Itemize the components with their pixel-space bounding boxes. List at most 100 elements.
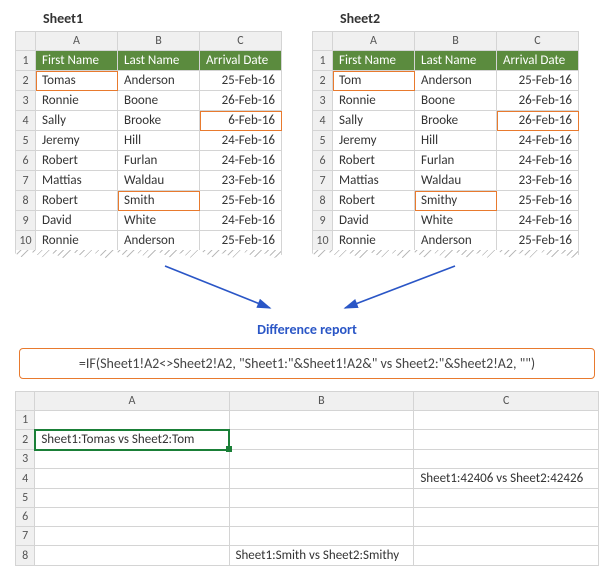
col-header-c[interactable]: C	[414, 392, 599, 411]
cell[interactable]: Jeremy	[333, 131, 415, 151]
cell[interactable]	[229, 527, 414, 546]
row-header-3[interactable]: 3	[16, 91, 36, 111]
cell[interactable]: Anderson	[118, 71, 200, 91]
cell[interactable]: Robert	[36, 151, 118, 171]
cell[interactable]: Ronnie	[333, 231, 415, 251]
row-header-2[interactable]: 2	[16, 430, 35, 450]
cell[interactable]: Anderson	[118, 231, 200, 251]
cell[interactable]: Brooke	[118, 111, 200, 131]
cell[interactable]: Brooke	[415, 111, 497, 131]
row-header-4[interactable]: 4	[16, 469, 35, 489]
cell[interactable]: Jeremy	[36, 131, 118, 151]
cell[interactable]: 24-Feb-16	[497, 211, 579, 231]
col-header-b[interactable]: B	[415, 32, 497, 51]
cell[interactable]	[35, 508, 229, 527]
row-header-5[interactable]: 5	[16, 131, 36, 151]
cell[interactable]	[229, 411, 414, 430]
cell[interactable]: Mattias	[36, 171, 118, 191]
cell[interactable]: Furlan	[118, 151, 200, 171]
cell[interactable]: White	[118, 211, 200, 231]
cell[interactable]	[229, 508, 414, 527]
cell[interactable]: 24-Feb-16	[200, 211, 282, 231]
cell[interactable]	[414, 508, 599, 527]
cell[interactable]: Anderson	[415, 71, 497, 91]
cell[interactable]	[35, 546, 229, 566]
cell[interactable]: Sally	[333, 111, 415, 131]
cell[interactable]	[35, 527, 229, 546]
cell[interactable]: Sally	[36, 111, 118, 131]
cell[interactable]: Robert	[36, 191, 118, 211]
row-header-10[interactable]: 10	[313, 231, 333, 251]
row-header-5[interactable]: 5	[16, 489, 35, 508]
col-header-a[interactable]: A	[36, 32, 118, 51]
row-header-8[interactable]: 8	[16, 546, 35, 566]
cell[interactable]	[229, 430, 414, 450]
cell[interactable]: 6-Feb-16	[200, 111, 282, 131]
cell[interactable]: 26-Feb-16	[200, 91, 282, 111]
cell[interactable]: 25-Feb-16	[497, 231, 579, 251]
cell[interactable]: Tom	[333, 71, 415, 91]
cell[interactable]: 23-Feb-16	[200, 171, 282, 191]
header-cell[interactable]: Last Name	[415, 51, 497, 71]
row-header-2[interactable]: 2	[16, 71, 36, 91]
row-header-8[interactable]: 8	[313, 191, 333, 211]
row-header-4[interactable]: 4	[313, 111, 333, 131]
cell[interactable]: Sheet1:Smith vs Sheet2:Smithy	[229, 546, 414, 566]
cell[interactable]: 25-Feb-16	[200, 191, 282, 211]
cell[interactable]: Tomas	[36, 71, 118, 91]
report-grid[interactable]: A B C 12Sheet1:Tomas vs Sheet2:Tom34Shee…	[15, 391, 599, 566]
cell[interactable]: Smith	[118, 191, 200, 211]
cell[interactable]	[414, 430, 599, 450]
cell[interactable]: David	[333, 211, 415, 231]
row-header-1[interactable]: 1	[313, 51, 333, 71]
cell[interactable]: 25-Feb-16	[200, 231, 282, 251]
header-cell[interactable]: Last Name	[118, 51, 200, 71]
cell[interactable]: Ronnie	[333, 91, 415, 111]
sheet1-grid[interactable]: A B C 1 First Name Last Name Arrival Dat…	[15, 31, 282, 251]
row-header-6[interactable]: 6	[16, 151, 36, 171]
cell[interactable]: Smithy	[415, 191, 497, 211]
row-header-3[interactable]: 3	[16, 450, 35, 469]
row-header-5[interactable]: 5	[313, 131, 333, 151]
row-header-8[interactable]: 8	[16, 191, 36, 211]
cell[interactable]	[414, 411, 599, 430]
cell[interactable]: Ronnie	[36, 231, 118, 251]
cell[interactable]: Ronnie	[36, 91, 118, 111]
cell[interactable]: Mattias	[333, 171, 415, 191]
cell[interactable]: 24-Feb-16	[200, 131, 282, 151]
col-header-b[interactable]: B	[229, 392, 414, 411]
row-header-7[interactable]: 7	[313, 171, 333, 191]
row-header-9[interactable]: 9	[313, 211, 333, 231]
cell[interactable]: Sheet1:42406 vs Sheet2:42426	[414, 469, 599, 489]
cell[interactable]: Waldau	[415, 171, 497, 191]
row-header-6[interactable]: 6	[16, 508, 35, 527]
cell[interactable]: White	[415, 211, 497, 231]
sheet2-grid[interactable]: A B C 1 First Name Last Name Arrival Dat…	[312, 31, 579, 251]
cell[interactable]: 25-Feb-16	[497, 191, 579, 211]
cell[interactable]: Robert	[333, 151, 415, 171]
cell[interactable]: 24-Feb-16	[200, 151, 282, 171]
cell[interactable]	[35, 450, 229, 469]
cell[interactable]: Hill	[415, 131, 497, 151]
cell[interactable]	[414, 450, 599, 469]
cell[interactable]: 26-Feb-16	[497, 91, 579, 111]
cell[interactable]: 25-Feb-16	[200, 71, 282, 91]
cell[interactable]: Furlan	[415, 151, 497, 171]
header-cell[interactable]: First Name	[36, 51, 118, 71]
col-header-b[interactable]: B	[118, 32, 200, 51]
row-header-6[interactable]: 6	[313, 151, 333, 171]
cell[interactable]: 25-Feb-16	[497, 71, 579, 91]
header-cell[interactable]: First Name	[333, 51, 415, 71]
cell[interactable]: 23-Feb-16	[497, 171, 579, 191]
select-all-corner[interactable]	[16, 392, 35, 411]
cell[interactable]: Hill	[118, 131, 200, 151]
cell[interactable]	[414, 527, 599, 546]
cell[interactable]: 24-Feb-16	[497, 131, 579, 151]
select-all-corner[interactable]	[313, 32, 333, 51]
cell[interactable]: 24-Feb-16	[497, 151, 579, 171]
cell[interactable]	[35, 469, 229, 489]
cell[interactable]: Waldau	[118, 171, 200, 191]
select-all-corner[interactable]	[16, 32, 36, 51]
row-header-7[interactable]: 7	[16, 171, 36, 191]
cell[interactable]: Anderson	[415, 231, 497, 251]
